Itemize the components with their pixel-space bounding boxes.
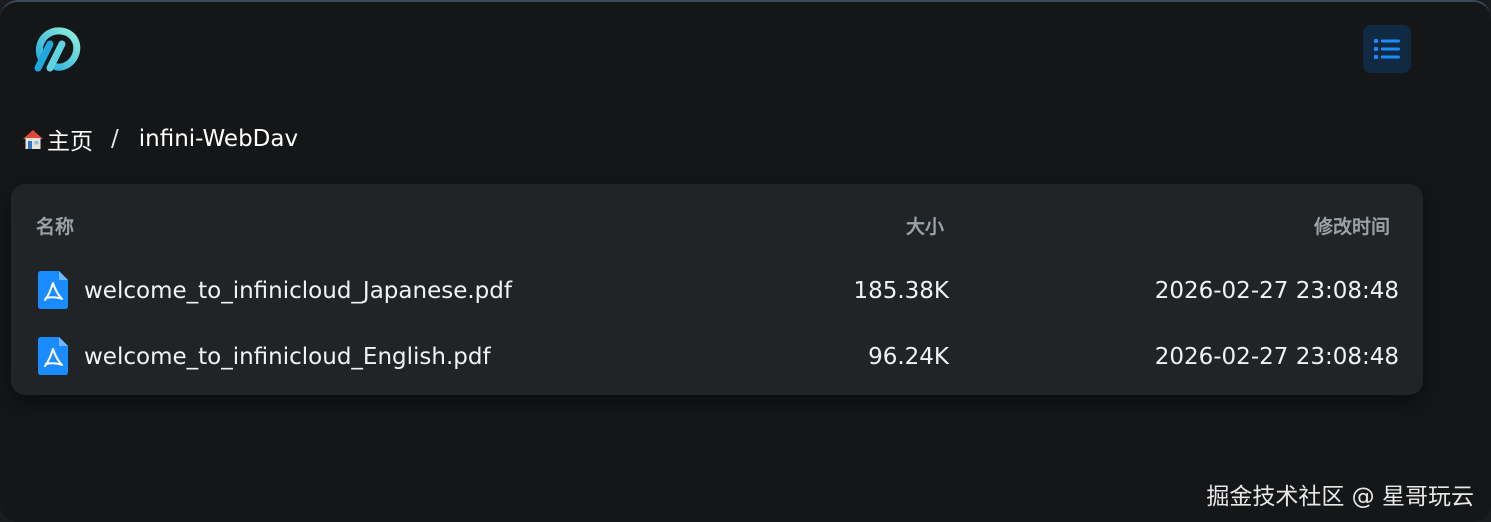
pdf-file-icon [38, 337, 68, 375]
table-row[interactable]: welcome_to_infinicloud_Japanese.pdf 185.… [11, 264, 1423, 320]
breadcrumb-home-link[interactable]: 主页 [47, 122, 93, 156]
column-header-modified[interactable]: 修改时间 [1314, 212, 1390, 239]
file-size: 185.38K [853, 278, 949, 304]
file-modified-time: 2026-02-27 23:08:48 [1154, 344, 1399, 370]
infinicloud-logo-icon[interactable] [28, 22, 84, 78]
breadcrumb-separator: / [111, 126, 119, 152]
house-icon [23, 130, 43, 149]
breadcrumb-current[interactable]: infini-WebDav [139, 126, 298, 152]
list-icon [1374, 39, 1400, 59]
file-modified-time: 2026-02-27 23:08:48 [1154, 278, 1399, 304]
column-header-name[interactable]: 名称 [36, 212, 74, 239]
file-name-link[interactable]: welcome_to_infinicloud_English.pdf [84, 344, 491, 370]
menu-button[interactable] [1363, 25, 1411, 73]
file-size: 96.24K [868, 344, 949, 370]
column-header-size[interactable]: 大小 [906, 212, 944, 239]
watermark: 掘金技术社区 @ 星哥玩云 [1206, 484, 1474, 510]
pdf-file-icon [38, 271, 68, 309]
app-window: 主页 / infini-WebDav 名称 大小 修改时间 welcome_to… [0, 0, 1491, 522]
breadcrumb: 主页 / infini-WebDav [22, 122, 298, 156]
file-name-link[interactable]: welcome_to_infinicloud_Japanese.pdf [84, 278, 512, 304]
table-row[interactable]: welcome_to_infinicloud_English.pdf 96.24… [11, 330, 1423, 386]
